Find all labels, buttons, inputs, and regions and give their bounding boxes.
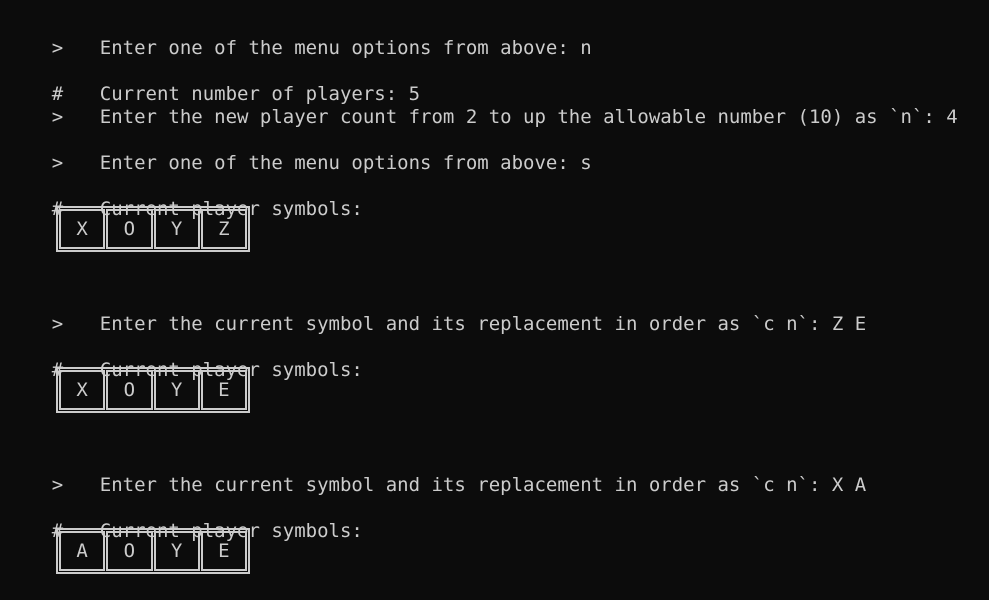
terminal-line-text: Enter the new player count from 2 to up … [99, 106, 958, 128]
symbol-cell: A [59, 531, 106, 571]
input-prompt-marker: > [51, 106, 64, 128]
symbol-cell: E [200, 370, 247, 410]
symbol-cell: X [59, 370, 106, 410]
symbol-cell: Z [200, 209, 247, 249]
symbol-cell: Y [153, 531, 200, 571]
terminal-line: # Current player symbols: [6, 175, 363, 220]
terminal-line: # Current player symbols: [6, 497, 363, 542]
symbol-cell: X [59, 209, 106, 249]
symbol-cell: Y [153, 370, 200, 410]
terminal-line: > Enter one of the menu options from abov… [6, 14, 592, 59]
symbol-cell: O [106, 209, 153, 249]
input-prompt-marker: > [51, 37, 64, 59]
input-prompt-marker: > [51, 313, 64, 335]
terminal-line-text: Enter one of the menu options from above… [99, 152, 592, 174]
player-symbols-board: A O Y E [56, 528, 250, 574]
input-prompt-marker: > [51, 474, 64, 496]
player-symbols-board: X O Y Z [56, 206, 250, 252]
terminal-line: > Enter the current symbol and its replac… [6, 290, 866, 335]
terminal-line: # Current player symbols: [6, 336, 363, 381]
terminal-window[interactable]: > Enter one of the menu options from abov… [0, 0, 989, 600]
symbol-cell: O [106, 370, 153, 410]
terminal-line: > Enter the new player count from 2 to up… [6, 83, 958, 128]
terminal-line: # Current number of players: 5 [6, 60, 420, 105]
player-symbols-board: X O Y E [56, 367, 250, 413]
terminal-line: > Enter one of the menu options from abov… [6, 129, 592, 174]
terminal-line-text: Enter the current symbol and its replace… [99, 474, 867, 496]
symbol-cell: Y [153, 209, 200, 249]
input-prompt-marker: > [51, 152, 64, 174]
terminal-line: > Enter the current symbol and its replac… [6, 451, 866, 496]
symbol-cell: O [106, 531, 153, 571]
symbol-cell: E [200, 531, 247, 571]
terminal-line-text: Enter one of the menu options from above… [99, 37, 592, 59]
terminal-line-text: Enter the current symbol and its replace… [99, 313, 867, 335]
